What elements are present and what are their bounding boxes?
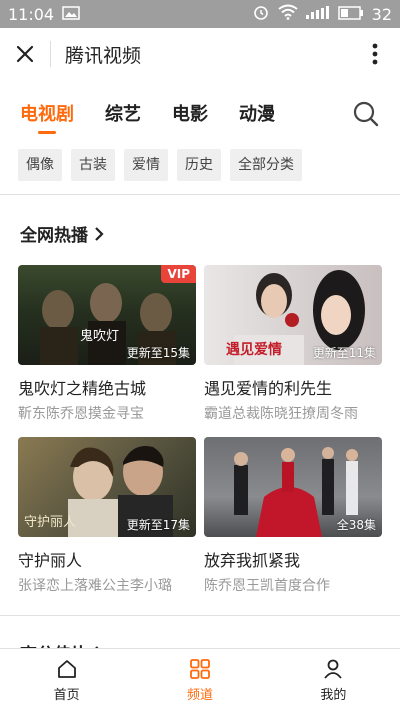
video-title: 放弃我抓紧我 bbox=[204, 551, 301, 570]
tab-tv-series[interactable]: 电视剧 bbox=[20, 86, 74, 140]
tab-movies[interactable]: 电影 bbox=[172, 86, 208, 140]
chip-romance[interactable]: 爱情 bbox=[124, 149, 168, 181]
nav-channels-label: 频道 bbox=[186, 687, 213, 703]
search-button[interactable] bbox=[352, 100, 380, 128]
home-icon bbox=[57, 659, 76, 678]
title-divider bbox=[50, 41, 51, 67]
episode-badge: 更新至11集 bbox=[312, 346, 376, 360]
episode-badge: 更新至15集 bbox=[126, 346, 190, 360]
nav-profile-label: 我的 bbox=[320, 687, 347, 703]
thumbnail-title-text: 鬼吹灯 bbox=[80, 329, 120, 344]
gallery-icon bbox=[62, 5, 80, 24]
signal-icon bbox=[305, 5, 330, 24]
battery-level: 32 bbox=[371, 4, 392, 24]
chip-all-categories[interactable]: 全部分类 bbox=[230, 149, 302, 181]
vip-badge: VIP bbox=[161, 265, 196, 283]
thumbnail-title-text: 遇见爱情 bbox=[226, 342, 282, 358]
status-time: 11:04 bbox=[8, 4, 55, 24]
more-button[interactable] bbox=[350, 28, 400, 80]
nav-home-label: 首页 bbox=[53, 687, 80, 703]
divider bbox=[0, 194, 400, 195]
alarm-icon bbox=[252, 3, 270, 25]
user-icon bbox=[324, 659, 343, 679]
video-card[interactable]: 鬼吹灯 VIP 更新至15集 鬼吹灯之精绝古城 靳东陈乔恩摸金寻宝 bbox=[18, 265, 196, 423]
thumbnail-title-text: 守护丽人 bbox=[24, 515, 77, 530]
episode-badge: 更新至17集 bbox=[126, 518, 190, 532]
video-thumbnail[interactable]: 鬼吹灯 VIP 更新至15集 bbox=[18, 265, 196, 365]
page-title: 腾讯视频 bbox=[65, 44, 142, 67]
genre-filters: 偶像 古装 爱情 历史 全部分类 bbox=[18, 149, 302, 181]
nav-home[interactable]: 首页 bbox=[0, 649, 133, 711]
more-vertical-icon bbox=[372, 43, 378, 65]
video-subtitle: 靳东陈乔恩摸金寻宝 bbox=[18, 406, 144, 422]
video-card[interactable]: 全38集 放弃我抓紧我 陈乔恩王凯首度合作 bbox=[204, 437, 382, 595]
video-thumbnail[interactable]: 全38集 bbox=[204, 437, 382, 537]
search-icon bbox=[353, 101, 379, 127]
video-card[interactable]: 守护丽人 更新至17集 守护丽人 张译恋上落难公主李小璐 bbox=[18, 437, 196, 595]
chip-costume[interactable]: 古装 bbox=[71, 149, 115, 181]
section-hot-title[interactable]: 全网热播 bbox=[20, 221, 104, 246]
video-title: 鬼吹灯之精绝古城 bbox=[18, 379, 147, 398]
category-tabs: 电视剧 综艺 电影 动漫 bbox=[0, 86, 400, 140]
battery-icon bbox=[337, 5, 364, 24]
tab-anime[interactable]: 动漫 bbox=[239, 86, 275, 140]
close-button[interactable] bbox=[0, 28, 50, 80]
video-thumbnail[interactable]: 守护丽人 更新至17集 bbox=[18, 437, 196, 537]
wifi-icon bbox=[278, 4, 298, 24]
chip-idol[interactable]: 偶像 bbox=[18, 149, 62, 181]
episode-badge: 全38集 bbox=[336, 518, 376, 532]
status-bar: 11:04 32 bbox=[0, 0, 400, 28]
video-title: 守护丽人 bbox=[18, 551, 83, 570]
divider bbox=[0, 615, 400, 616]
chip-history[interactable]: 历史 bbox=[177, 149, 221, 181]
video-title: 遇见爱情的利先生 bbox=[204, 379, 333, 398]
bottom-navigation: 首页 频道 我的 bbox=[0, 648, 400, 711]
video-card[interactable]: 遇见爱情 更新至11集 遇见爱情的利先生 霸道总裁陈晓狂撩周冬雨 bbox=[204, 265, 382, 423]
chevron-right-icon bbox=[95, 226, 104, 241]
section-hot-label: 全网热播 bbox=[20, 226, 88, 246]
close-icon bbox=[16, 45, 34, 63]
nav-profile[interactable]: 我的 bbox=[267, 649, 400, 711]
nav-channels[interactable]: 频道 bbox=[133, 649, 266, 711]
app-bar: 腾讯视频 bbox=[0, 28, 400, 80]
grid-icon bbox=[190, 658, 210, 679]
tab-variety[interactable]: 综艺 bbox=[105, 86, 141, 140]
video-thumbnail[interactable]: 遇见爱情 更新至11集 bbox=[204, 265, 382, 365]
video-subtitle: 张译恋上落难公主李小璐 bbox=[18, 578, 172, 594]
video-subtitle: 陈乔恩王凯首度合作 bbox=[204, 578, 330, 594]
video-subtitle: 霸道总裁陈晓狂撩周冬雨 bbox=[204, 406, 358, 422]
